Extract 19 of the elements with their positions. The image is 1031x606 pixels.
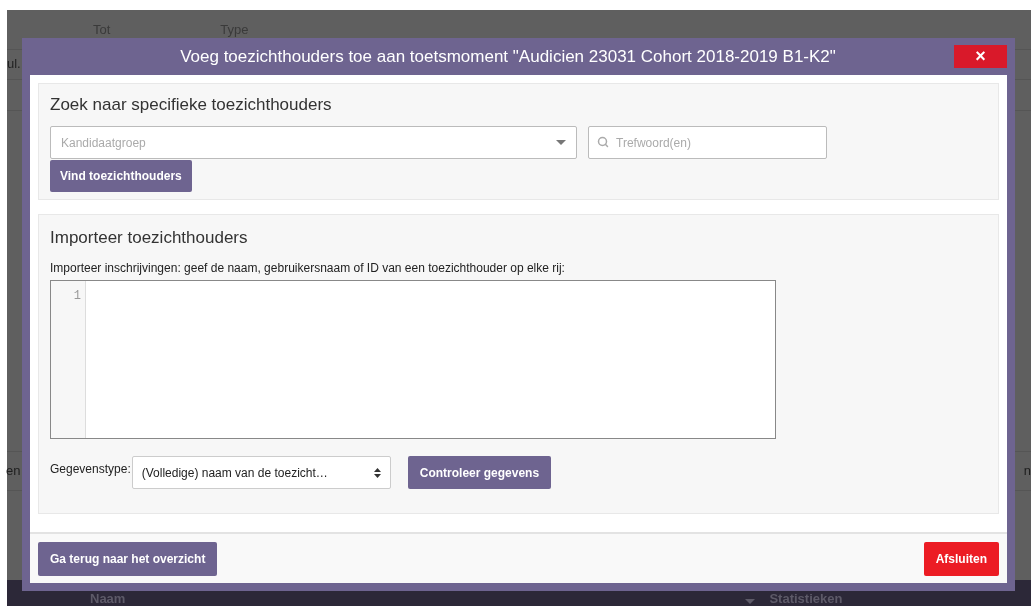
sort-icon	[373, 467, 381, 478]
keyword-field[interactable]: Trefwoord(en)	[588, 126, 827, 159]
field-label: Gegevenstype:	[50, 460, 131, 478]
section-heading: Importeer toezichthouders	[50, 227, 249, 249]
line-number: 1	[73, 288, 81, 305]
cell-fragment: ul.	[7, 54, 21, 73]
data-type-select[interactable]: (Volledige) naam van de toezicht…	[131, 456, 391, 489]
section-heading: Zoek naar specifieke toezichthouders	[50, 94, 333, 116]
search-icon	[597, 136, 609, 148]
close-button[interactable]: ×	[954, 45, 1007, 68]
instruction-text: Importeer inschrijvingen: geef de naam, gebruikersnaam of ID van een toezichthouder op elke rij:	[50, 260, 566, 277]
back-button[interactable]: Ga terug naar het overzicht	[38, 541, 218, 576]
check-data-button[interactable]: Controleer gegevens	[407, 456, 552, 489]
caret-icon	[745, 599, 756, 604]
caret-icon	[556, 140, 566, 145]
find-button[interactable]: Vind toezichthouders	[50, 160, 192, 192]
close-dialog-button[interactable]: Afsluiten	[923, 541, 999, 576]
cell-fragment: n	[1023, 462, 1031, 481]
dialog-title: Voeg toezichthouders toe aan toetsmoment "Audicien 23031 Cohort 2018-2019 B1-K2"	[179, 45, 837, 68]
